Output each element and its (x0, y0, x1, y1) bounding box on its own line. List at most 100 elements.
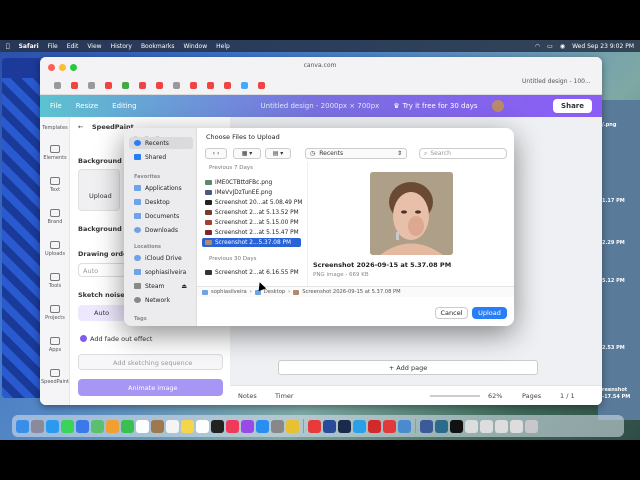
safari-icon[interactable] (46, 419, 59, 433)
list-item[interactable]: lMeVvJDzTunEE.png (202, 188, 301, 197)
app-icon[interactable] (353, 419, 366, 433)
chrome-icon[interactable] (286, 419, 299, 433)
facetime-icon[interactable] (121, 419, 134, 433)
tab-icon[interactable] (105, 81, 112, 89)
menu-window[interactable]: Window (183, 43, 207, 50)
freeform-icon[interactable] (196, 419, 209, 433)
launchpad-icon[interactable] (31, 419, 44, 433)
menu-file[interactable]: File (48, 43, 58, 50)
share-button[interactable]: Share (553, 99, 592, 113)
active-tab[interactable]: Untitled design - 100... (522, 78, 591, 85)
cancel-button[interactable]: Cancel (435, 307, 468, 319)
tab-icon[interactable] (122, 81, 129, 89)
minimize-icon[interactable] (59, 64, 66, 71)
contacts-icon[interactable] (151, 419, 164, 433)
reminders-icon[interactable] (166, 419, 179, 433)
menu-history[interactable]: History (111, 43, 132, 50)
chevron-right-icon[interactable]: › (217, 150, 219, 157)
window-thumbnail[interactable] (510, 419, 523, 433)
mail-icon[interactable] (76, 419, 89, 433)
settings-icon[interactable] (271, 419, 284, 433)
path-segment[interactable]: Desktop (264, 289, 285, 295)
acrobat-icon[interactable] (368, 419, 381, 433)
tv-icon[interactable] (211, 419, 224, 433)
upload-button[interactable]: Upload (472, 307, 507, 319)
editing-dropdown[interactable]: Editing (112, 102, 136, 110)
battery-icon[interactable]: ▭ (547, 43, 553, 50)
sidebar-item-projects[interactable]: Projects (40, 305, 70, 321)
clock[interactable]: Wed Sep 23 9:02 PM (572, 43, 634, 50)
notes-icon[interactable] (181, 419, 194, 433)
sidebar-item-brand[interactable]: Brand (40, 209, 70, 225)
back-icon[interactable]: ← (78, 123, 83, 131)
path-segment[interactable]: Screenshot 2026-09-15 at 5.37.08 PM (302, 289, 400, 295)
window-thumbnail[interactable] (465, 419, 478, 433)
chevron-left-icon[interactable]: ‹ (213, 150, 215, 157)
sidebar-item-icloud[interactable]: iCloud Drive (129, 252, 193, 264)
tab-icon[interactable] (88, 81, 95, 89)
sidebar-item-applications[interactable]: Applications (129, 182, 193, 194)
messages-icon[interactable] (61, 419, 74, 433)
sidebar-item-desktop[interactable]: Desktop (129, 196, 193, 208)
list-item[interactable]: Screenshot 2...at 5.13.52 PM (202, 208, 301, 217)
menu-view[interactable]: View (87, 43, 101, 50)
search-input[interactable]: ⌕ Search (419, 148, 507, 159)
location-dropdown[interactable]: ◷ Recents ⇕ (305, 148, 407, 159)
tab-icon[interactable] (54, 81, 61, 89)
maps-icon[interactable] (91, 419, 104, 433)
window-thumbnail[interactable] (450, 419, 463, 433)
add-sketch-button[interactable]: Add sketching sequence (78, 354, 223, 370)
drawing-order-select[interactable]: Auto (78, 263, 126, 277)
tab-icon[interactable] (207, 81, 214, 89)
menu-bookmarks[interactable]: Bookmarks (141, 43, 175, 50)
trash-icon[interactable] (525, 419, 538, 433)
finder-icon[interactable] (16, 419, 29, 433)
music-icon[interactable] (226, 419, 239, 433)
list-item[interactable]: Screenshot 2...at 5.15.47 PM (202, 228, 301, 237)
window-thumbnail[interactable] (495, 419, 508, 433)
podcasts-icon[interactable] (241, 419, 254, 433)
path-segment[interactable]: sophiasilveira (211, 289, 247, 295)
sidebar-item-apps[interactable]: Apps (40, 337, 70, 353)
menu-help[interactable]: Help (216, 43, 230, 50)
background-window[interactable] (2, 58, 42, 398)
list-item-selected[interactable]: Screenshot 2...5.37.08 PM (202, 238, 301, 247)
sidebar-item-downloads[interactable]: Downloads (129, 224, 193, 236)
sketch-noise-auto-button[interactable]: Auto (78, 305, 126, 321)
app-icon[interactable] (323, 419, 336, 433)
sidebar-item-recents[interactable]: Recents (129, 137, 193, 149)
sidebar-item-tools[interactable]: Tools (40, 273, 70, 289)
sidebar-item-shared[interactable]: Shared (129, 151, 193, 163)
tab-icon[interactable] (190, 81, 197, 89)
preview-icon[interactable] (398, 419, 411, 433)
group-button[interactable]: ▤ ▾ (265, 148, 291, 159)
app-menu[interactable]: Safari (19, 43, 39, 50)
app-store-icon[interactable] (256, 419, 269, 433)
tab-icon[interactable] (173, 81, 180, 89)
upload-button[interactable]: Upload (78, 169, 120, 211)
notes-button[interactable]: Notes (238, 392, 257, 400)
zoom-icon[interactable] (70, 64, 77, 71)
fade-out-checkbox[interactable] (80, 335, 87, 342)
animate-image-button[interactable]: Animate image (78, 379, 223, 396)
file-menu[interactable]: File (50, 102, 62, 110)
sidebar-item-templates[interactable]: Templates (40, 125, 70, 131)
tab-icon[interactable] (241, 81, 248, 89)
sidebar-item-steam[interactable]: Steam ⏏ (129, 280, 193, 292)
zoom-slider[interactable] (430, 395, 480, 397)
sidebar-item-text[interactable]: Text (40, 177, 70, 193)
apple-menu-icon[interactable]:  (6, 43, 10, 50)
control-center-icon[interactable]: ◉ (560, 43, 565, 50)
menu-edit[interactable]: Edit (67, 43, 79, 50)
eject-icon[interactable]: ⏏ (181, 283, 187, 290)
list-item[interactable]: Screenshot 2...at 6.16.55 PM (202, 268, 301, 277)
design-title[interactable]: Untitled design - 2000px × 700px (261, 102, 380, 110)
address-bar[interactable]: canva.com (210, 60, 430, 72)
back-forward-buttons[interactable]: ‹ › (205, 148, 227, 159)
photos-icon[interactable] (106, 419, 119, 433)
try-free-button[interactable]: ♛ Try it free for 30 days (393, 102, 477, 110)
add-page-button[interactable]: + Add page (278, 360, 538, 375)
sidebar-item-documents[interactable]: Documents (129, 210, 193, 222)
tab-icon[interactable] (224, 81, 231, 89)
sidebar-item-speedpaint[interactable]: SpeedPaint (40, 369, 70, 385)
